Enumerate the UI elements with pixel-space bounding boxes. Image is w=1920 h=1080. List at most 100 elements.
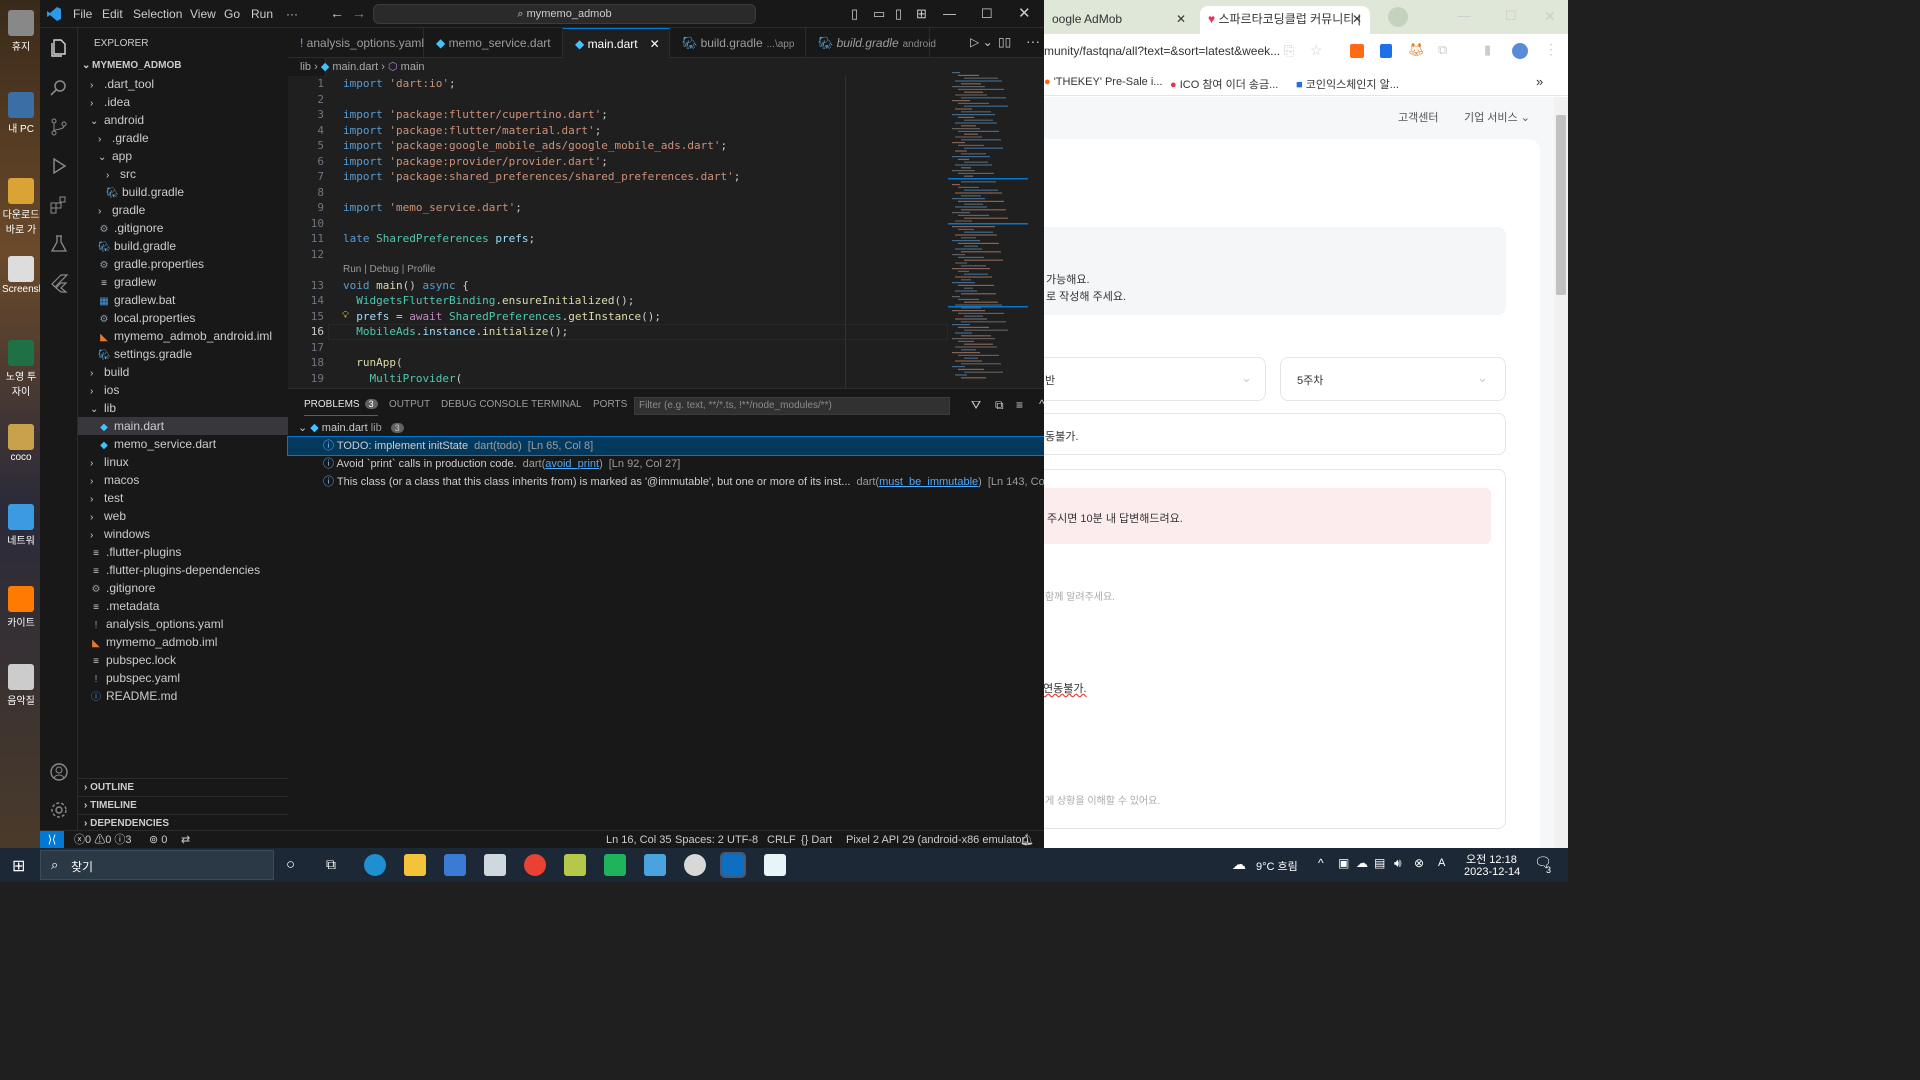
side-panel-icon[interactable]: ▮	[1484, 42, 1491, 58]
cortana-icon[interactable]: ○	[286, 856, 295, 873]
code-editor[interactable]: 1 import 'dart:io'; 2 3 import 'package:flut…	[288, 76, 948, 388]
sticky-app-icon[interactable]	[564, 854, 586, 876]
desktop-icon[interactable]: 음악질	[2, 664, 40, 707]
url-field[interactable]: munity/fastqna/all?text=&sort=latest&wee…	[1044, 44, 1280, 58]
tray-app-icon[interactable]: ▣	[1338, 856, 1349, 870]
kakao-icon[interactable]	[604, 854, 626, 876]
problem-group[interactable]: ⌄ ◆ main.dart lib 3	[288, 419, 1044, 437]
weather-text[interactable]: 9°C 흐림	[1256, 858, 1298, 874]
scrollbar-thumb[interactable]	[1556, 115, 1566, 295]
desktop-icon[interactable]: 다운로드 바로 가	[2, 178, 40, 236]
run-icon[interactable]: ▷ ⌄	[970, 35, 993, 49]
taskbar-search[interactable]: ⌕ 찾기	[40, 850, 274, 880]
problem-item[interactable]: ⓘ This class (or a class that this class…	[288, 473, 1059, 491]
desktop-icon[interactable]: coco	[2, 424, 40, 463]
problem-rule-link[interactable]: must_be_immutable	[879, 476, 978, 488]
problems-filter-input[interactable]: Filter (e.g. text, **/*.ts, !**/node_mod…	[634, 397, 950, 415]
clock-time[interactable]: 오전 12:18	[1466, 851, 1517, 867]
bookmark-coinex[interactable]: ■ 코인익스체인지 알...	[1296, 76, 1399, 92]
clock-date[interactable]: 2023-12-14	[1464, 866, 1520, 878]
filter-icon[interactable]: ⛛	[971, 398, 981, 413]
chrome-menu-icon[interactable]: ⋮	[1544, 41, 1558, 58]
minimize-icon[interactable]: —	[1458, 8, 1471, 23]
extension-icon[interactable]	[1350, 44, 1364, 58]
file-explorer-icon[interactable]	[404, 854, 426, 876]
code-lens-run-debug[interactable]: Run | Debug | Profile	[343, 264, 435, 275]
panel-tab-problems[interactable]: PROBLEMS 3	[304, 399, 378, 416]
chrome-tab-sparta[interactable]: ♥ 스파르타코딩클럽 커뮤니티 | ✕	[1200, 6, 1370, 34]
minimap[interactable]	[948, 58, 1044, 388]
close-tab-icon[interactable]: ✕	[1176, 6, 1186, 32]
android-studio-icon[interactable]	[764, 854, 786, 876]
desktop-icon[interactable]: Screensh	[2, 256, 40, 295]
menu-more[interactable]: ···	[286, 7, 298, 21]
body-textarea[interactable]: 주시면 10분 내 답변해드려요. 함께 알려주세요. 연동불가. 게 상황을 …	[1044, 469, 1506, 829]
desktop-icon[interactable]: 휴지	[2, 10, 40, 53]
bookmark-ico[interactable]: ● ICO 참여 이더 송금...	[1170, 76, 1278, 92]
customize-layout-icon[interactable]: ⊞	[916, 6, 927, 22]
device-selector[interactable]: Pixel 2 API 29 (android-x86 emulator)	[846, 831, 1029, 849]
menu-run[interactable]: Run	[251, 7, 273, 21]
calculator-icon[interactable]	[644, 854, 666, 876]
breadcrumb-lib[interactable]: lib	[300, 61, 311, 73]
network-icon[interactable]: ▤	[1374, 856, 1385, 870]
desktop-icon[interactable]: 네트워	[2, 504, 40, 547]
end-of-line[interactable]: CRLF	[767, 831, 796, 849]
command-center[interactable]: ⌕ mymemo_admob	[373, 4, 756, 24]
explorer-icon[interactable]	[49, 38, 69, 58]
tray-onedrive-icon[interactable]: ☁	[1356, 856, 1368, 870]
extensions-icon[interactable]	[49, 195, 69, 215]
close-icon[interactable]: ✕	[1544, 8, 1556, 25]
tray-chevron-up-icon[interactable]: ^	[1318, 856, 1324, 870]
tab-main-dart-2[interactable]: ◆ main.dart ✕	[563, 28, 670, 58]
nav-customer-center[interactable]: 고객센터	[1398, 109, 1438, 125]
close-tab-icon[interactable]: ✕	[1352, 6, 1362, 32]
tray-close-icon[interactable]: ⊗	[1414, 856, 1424, 870]
nav-business[interactable]: 기업 서비스 ⌄	[1464, 109, 1530, 125]
problem-rule-link[interactable]: avoid_print	[545, 458, 599, 470]
tab-memo_service-dart-1[interactable]: ◆ memo_service.dart	[424, 28, 563, 58]
search-icon[interactable]	[49, 78, 69, 98]
toggle-panel-icon[interactable]: ▭	[873, 6, 885, 22]
task-view-icon[interactable]: ⧉	[326, 856, 336, 873]
split-editor-icon[interactable]: ▯▯	[998, 35, 1011, 49]
week-select-right[interactable]: 5주차 ⌄	[1280, 357, 1506, 401]
title-input[interactable]: 동불가.	[1044, 413, 1506, 455]
page-scrollbar[interactable]	[1554, 97, 1568, 848]
remote-icon[interactable]: ⟩⟨	[40, 831, 64, 849]
live-share-icon[interactable]: ⇄	[181, 831, 190, 849]
maximize-icon[interactable]: ☐	[1505, 8, 1517, 24]
more-bookmarks-icon[interactable]: »	[1536, 74, 1543, 89]
encoding[interactable]: UTF-8	[727, 831, 758, 849]
snip-tool-icon[interactable]	[684, 854, 706, 876]
install-app-icon[interactable]: ⎘	[1284, 43, 1294, 59]
settings-gear-icon[interactable]	[49, 800, 69, 820]
indentation[interactable]: Spaces: 2	[675, 831, 724, 849]
new-tab-icon[interactable]: +	[1388, 7, 1408, 27]
toggle-sidebar-icon[interactable]: ▯	[851, 6, 858, 22]
lightbulb-icon[interactable]: 💡︎	[342, 310, 349, 321]
mail-icon[interactable]	[484, 854, 506, 876]
tab-build-gradle-4[interactable]: 🐘︎ build.gradle android	[806, 28, 936, 58]
panel-tab-debug-console[interactable]: DEBUG CONSOLE	[441, 399, 528, 410]
metamask-icon[interactable]: 🦊︎	[1408, 42, 1425, 58]
store-icon[interactable]	[444, 854, 466, 876]
breadcrumb-file[interactable]: main.dart	[332, 61, 378, 73]
chrome-icon[interactable]	[524, 854, 546, 876]
more-actions-icon[interactable]: ···	[1026, 33, 1040, 49]
tab-analysis_options-yaml-0[interactable]: ! analysis_options.yaml	[288, 28, 424, 58]
flutter-icon[interactable]	[49, 273, 69, 293]
notifications-bell-icon[interactable]: 🔔︎	[1020, 831, 1034, 849]
accounts-icon[interactable]	[49, 762, 69, 782]
problems-summary[interactable]: ⓧ0 ⚠0 ⓘ3	[74, 831, 132, 849]
close-icon[interactable]: ✕	[1018, 4, 1031, 22]
ime-indicator[interactable]: A	[1438, 857, 1445, 869]
collapse-all-icon[interactable]: ⧉	[995, 398, 1004, 413]
problem-item[interactable]: ⓘ Avoid `print` calls in production code…	[288, 455, 1044, 473]
desktop-icon[interactable]: 내 PC	[2, 92, 40, 135]
problem-item[interactable]: ⓘ TODO: implement initState dart(todo) [Ln…	[287, 436, 1045, 456]
panel-tab-terminal[interactable]: TERMINAL	[531, 399, 582, 410]
minimize-icon[interactable]: —	[943, 6, 956, 21]
panel-tab-ports[interactable]: PORTS	[593, 399, 627, 410]
menu-edit[interactable]: Edit	[102, 7, 123, 21]
